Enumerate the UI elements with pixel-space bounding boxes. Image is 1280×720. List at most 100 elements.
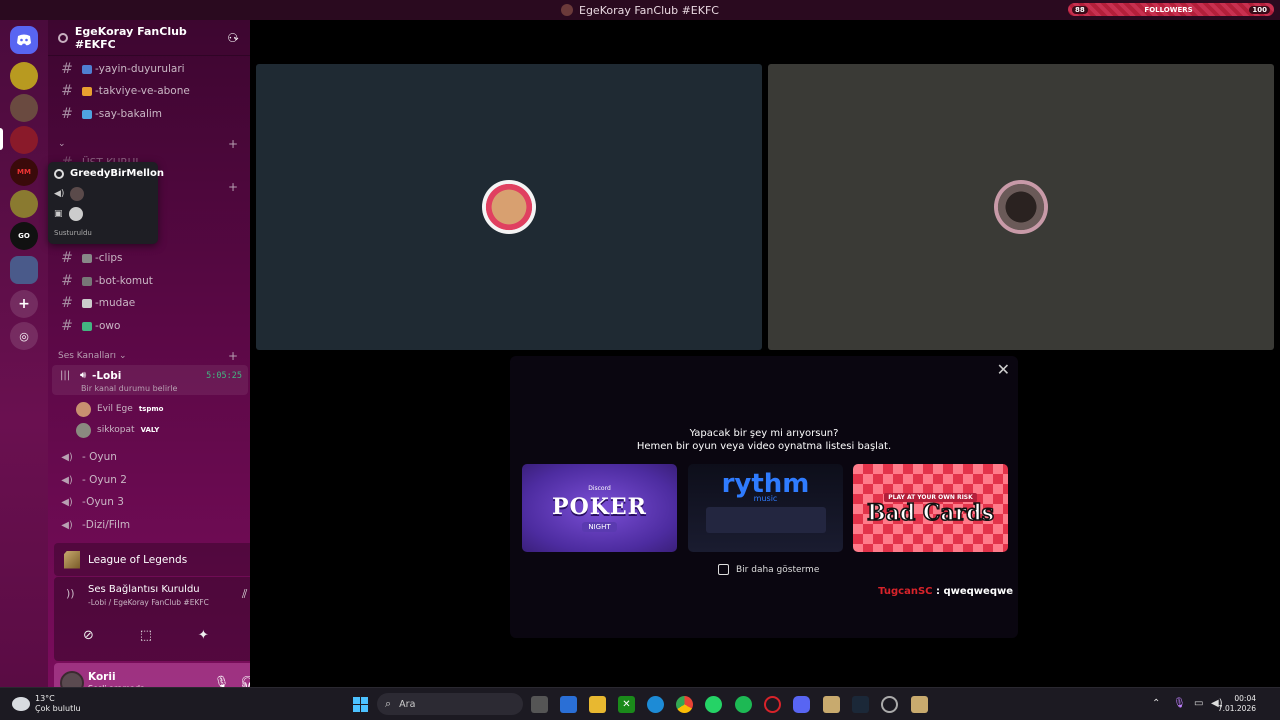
voice-user-tooltip: GreedyBirMellon ◀) ▣ Susturuldu — [48, 162, 164, 244]
add-channel-icon[interactable]: + — [228, 349, 238, 363]
temperature: 13°C — [35, 694, 55, 703]
invite-people-icon[interactable]: ⚇ — [227, 31, 238, 45]
whatsapp-icon[interactable] — [705, 696, 722, 713]
speaker-icon: 🔊︎ — [80, 370, 87, 381]
server-icon-gameover[interactable]: GO — [10, 222, 38, 250]
server-icon-5[interactable] — [10, 190, 38, 218]
channel-emoji-icon — [82, 86, 92, 96]
edge-icon[interactable] — [647, 696, 664, 713]
search-placeholder: Ara — [399, 698, 416, 710]
league-icon[interactable] — [911, 696, 928, 713]
username[interactable]: Korii — [88, 671, 116, 683]
channel-name: - Oyun — [82, 451, 117, 463]
speaker-icon: ◀) — [61, 496, 73, 508]
dont-show-again-checkbox[interactable]: Bir daha gösterme — [718, 564, 819, 575]
channel-item[interactable]: # -say-bakalim — [58, 104, 244, 124]
followers-overlay: 88 FOLLOWERS 100 — [1068, 3, 1274, 16]
discover-icon[interactable]: ◎ — [10, 322, 38, 350]
channel-name: - Oyun 2 — [82, 474, 127, 486]
store-icon[interactable] — [560, 696, 577, 713]
server-folder-icon[interactable] — [10, 256, 38, 284]
voice-channel-item[interactable]: ◀) - Oyun — [54, 447, 244, 467]
steam-icon[interactable] — [852, 696, 869, 713]
channel-item[interactable]: # -yayin-duyurulari — [58, 59, 244, 79]
clock-time: 00:04 — [1234, 694, 1256, 703]
server-icon-2[interactable] — [10, 94, 38, 122]
voice-channel-item[interactable]: ◀) -Dizi/Film — [54, 515, 244, 535]
poker-night-card[interactable]: Discord POKER NIGHT — [522, 464, 677, 552]
member-name: sikkopat — [97, 425, 135, 435]
category-collapsed[interactable]: ⌄ + — [58, 137, 244, 151]
task-view-icon[interactable] — [531, 696, 548, 713]
voice-category[interactable]: Ses Kanalları ⌄ + — [58, 349, 244, 363]
camera-off-icon[interactable]: ⊘ — [83, 628, 94, 643]
voice-status[interactable]: Ses Bağlantısı Kuruldu — [88, 584, 200, 595]
channel-item[interactable]: # -mudae — [58, 293, 244, 313]
chevron-up-icon[interactable]: ⌃ — [1152, 698, 1160, 709]
server-icon-1[interactable] — [10, 62, 38, 90]
add-server-icon[interactable]: + — [10, 290, 38, 318]
tooltip-name: GreedyBirMellon — [70, 168, 164, 179]
channel-item[interactable]: # -clips — [58, 248, 244, 268]
file-explorer-icon[interactable] — [589, 696, 606, 713]
poker-subtitle: NIGHT — [582, 521, 617, 532]
weather-widget[interactable]: 13°C Çok bulutlu — [12, 694, 81, 714]
hash-icon: # — [61, 61, 73, 77]
participant-tile[interactable] — [768, 64, 1274, 350]
add-channel-icon[interactable]: + — [228, 180, 238, 194]
participant-tile[interactable] — [256, 64, 762, 350]
discord-home-icon[interactable] — [10, 26, 38, 54]
category-name: Ses Kanalları — [58, 351, 116, 361]
speaker-icon: ◀) — [61, 451, 73, 463]
avatar — [76, 401, 91, 417]
rythm-music-card[interactable]: rythm music — [688, 464, 843, 552]
channel-emoji-icon — [82, 276, 92, 286]
member-tag: tspmo — [138, 405, 164, 413]
system-clock[interactable]: 00:04 7.01.2026 — [1218, 694, 1256, 714]
voice-channel-item[interactable]: ◀) - Oyun 2 — [54, 470, 244, 490]
channel-item[interactable]: # -takviye-ve-abone — [58, 81, 244, 101]
voice-location[interactable]: -Lobi / EgeKoray FanClub #EKFC — [88, 598, 209, 607]
modal-question: Yapacak bir şey mi arıyorsun? — [689, 428, 839, 439]
app-icon — [561, 4, 573, 16]
activities-icon[interactable]: ✦ — [198, 628, 209, 643]
screen-share-icon[interactable]: ⬚ — [140, 628, 152, 643]
bad-cards-card[interactable]: PLAY AT YOUR OWN RISK Bad Cards — [853, 464, 1008, 552]
channel-item[interactable]: # -bot-komut — [58, 271, 244, 291]
channel-name: -takviye-ve-abone — [95, 85, 190, 97]
checkbox-box[interactable] — [718, 564, 729, 575]
league-client-icon[interactable] — [823, 696, 840, 713]
close-icon[interactable]: ✕ — [997, 360, 1010, 379]
opera-gx-icon[interactable] — [764, 696, 781, 713]
riot-client-icon[interactable] — [881, 696, 898, 713]
voice-member[interactable]: Evil Ege tspmo — [76, 400, 163, 418]
xbox-icon[interactable]: ✕ — [618, 696, 635, 713]
windows-start-icon[interactable] — [352, 696, 369, 713]
network-icon[interactable]: ▭ — [1194, 698, 1203, 709]
chrome-icon[interactable] — [676, 696, 693, 713]
voice-member[interactable]: sikkopat VALY — [76, 421, 159, 439]
microphone-tray-icon[interactable]: 🎙︎ — [1173, 698, 1186, 709]
channel-item[interactable]: # -owo — [58, 316, 244, 336]
channel-emoji-icon — [82, 64, 92, 74]
spotify-icon[interactable] — [735, 696, 752, 713]
channel-name: -yayin-duyurulari — [95, 63, 185, 75]
taskbar-search[interactable]: ⌕ Ara — [377, 693, 523, 715]
voice-channel-item[interactable]: ◀) -Oyun 3 — [54, 492, 244, 512]
discord-icon[interactable] — [793, 696, 810, 713]
chat-overlay: TugcanSC : qweqweqwe — [878, 586, 1013, 597]
server-header[interactable]: EgeKoray FanClub #EKFC ⌄ ⚇ — [48, 20, 250, 56]
server-icon-ekfc[interactable] — [10, 126, 38, 154]
channel-name: -clips — [95, 252, 123, 264]
active-voice-channel[interactable]: ||| 🔊︎ -Lobi Bir kanal durumu belirle 5:… — [52, 365, 248, 395]
followers-current: 88 — [1072, 5, 1088, 14]
noise-suppression-icon[interactable]: ⫽ — [242, 587, 247, 602]
cloud-icon — [12, 697, 30, 711]
server-icon-4[interactable]: MM — [10, 158, 38, 186]
avatar — [76, 422, 91, 438]
weather-condition: Çok bulutlu — [35, 704, 81, 713]
channel-status[interactable]: Bir kanal durumu belirle — [81, 384, 177, 393]
add-channel-icon[interactable]: + — [228, 137, 238, 151]
modal-subtitle: Hemen bir oyun veya video oynatma listes… — [636, 441, 892, 452]
avatar — [482, 180, 536, 234]
